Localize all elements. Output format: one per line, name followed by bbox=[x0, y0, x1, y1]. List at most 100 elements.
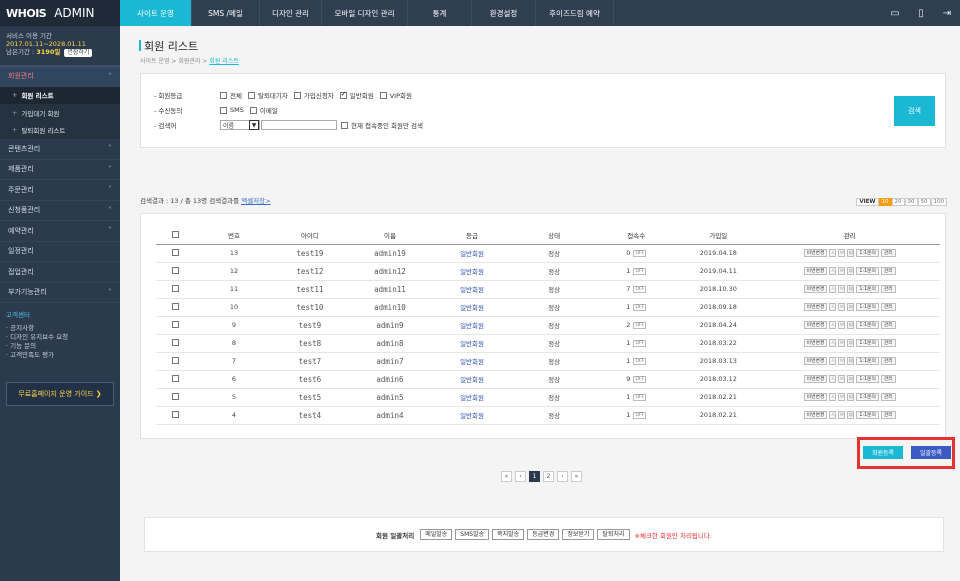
change-password-button[interactable]: 비번변경 bbox=[803, 357, 828, 365]
off-badge[interactable]: OFF bbox=[633, 412, 647, 419]
change-password-button[interactable]: 비번변경 bbox=[803, 339, 828, 347]
person-icon[interactable]: ♙ bbox=[829, 393, 837, 401]
mail-icon[interactable]: ✉ bbox=[838, 321, 846, 329]
tab-item[interactable]: SMS /메일 bbox=[192, 0, 260, 26]
cell-grade[interactable]: 일반회원 bbox=[431, 334, 514, 353]
view-option[interactable]: 100 bbox=[930, 198, 947, 206]
sidebar-item-menu[interactable]: 신청폼관리 ˅ bbox=[0, 201, 120, 221]
manage-button[interactable]: 관리 bbox=[880, 249, 896, 257]
checkbox[interactable] bbox=[379, 91, 387, 99]
mail-icon[interactable]: ✉ bbox=[838, 249, 846, 257]
memo-icon[interactable]: ▤ bbox=[847, 267, 855, 275]
search-button[interactable]: 검색 bbox=[894, 96, 935, 126]
checkbox[interactable] bbox=[220, 106, 227, 114]
person-icon[interactable]: ♙ bbox=[829, 303, 837, 311]
off-badge[interactable]: OFF bbox=[633, 376, 647, 383]
sidebar-subitem[interactable]: + 탈퇴회원 리스트 bbox=[0, 121, 120, 139]
view-option[interactable]: 50 bbox=[917, 198, 931, 206]
grade-option[interactable]: 전체 bbox=[220, 90, 242, 100]
change-password-button[interactable]: 비번변경 bbox=[803, 267, 828, 275]
tab-item[interactable]: 후이즈드림 예약 bbox=[536, 0, 614, 26]
manage-button[interactable]: 관리 bbox=[880, 339, 896, 347]
change-password-button[interactable]: 비번변경 bbox=[803, 249, 828, 257]
cell-grade[interactable]: 일반회원 bbox=[431, 406, 514, 425]
row-checkbox[interactable] bbox=[171, 249, 179, 256]
cell-grade[interactable]: 일반회원 bbox=[431, 370, 514, 389]
bulk-action-button[interactable]: 메일발송 bbox=[420, 529, 453, 540]
page-button[interactable]: 1 bbox=[529, 471, 540, 482]
memo-icon[interactable]: ▤ bbox=[847, 393, 855, 401]
logout-icon[interactable]: ⇥ bbox=[934, 0, 960, 26]
manage-button[interactable]: 관리 bbox=[880, 285, 896, 293]
inquiry-button[interactable]: 1:1문의 bbox=[856, 393, 879, 401]
inquiry-button[interactable]: 1:1문의 bbox=[856, 339, 879, 347]
manage-button[interactable]: 관리 bbox=[880, 375, 896, 383]
manage-button[interactable]: 관리 bbox=[880, 393, 896, 401]
select-all-checkbox[interactable] bbox=[171, 230, 179, 238]
tab-item[interactable]: 사이트 운영 bbox=[120, 0, 192, 26]
sidebar-item-menu[interactable]: 주문관리 ˅ bbox=[0, 180, 120, 201]
change-password-button[interactable]: 비번변경 bbox=[803, 321, 828, 329]
view-option[interactable]: 30 bbox=[904, 198, 918, 206]
bulk-action-button[interactable]: SMS발송 bbox=[455, 529, 490, 540]
checkbox[interactable] bbox=[249, 106, 257, 114]
crumb-current[interactable]: 회원 리스트 bbox=[209, 58, 239, 65]
person-icon[interactable]: ♙ bbox=[829, 411, 837, 419]
row-checkbox[interactable] bbox=[171, 393, 179, 400]
sidebar-item-menu[interactable]: 부가기능관리 ˅ bbox=[0, 283, 120, 303]
keyword-type-select[interactable]: 이름 ▼ bbox=[220, 120, 260, 130]
memo-icon[interactable]: ▤ bbox=[847, 339, 855, 347]
tab-item[interactable]: 디자인 관리 bbox=[260, 0, 322, 26]
extend-button[interactable]: 연장하기 bbox=[64, 49, 93, 57]
person-icon[interactable]: ♙ bbox=[829, 321, 837, 329]
checkbox[interactable] bbox=[293, 91, 301, 99]
cell-grade[interactable]: 일반회원 bbox=[431, 388, 514, 407]
mail-icon[interactable]: ✉ bbox=[838, 411, 846, 419]
mail-icon[interactable]: ✉ bbox=[838, 339, 846, 347]
cell-grade[interactable]: 일반회원 bbox=[431, 262, 514, 281]
inquiry-button[interactable]: 1:1문의 bbox=[856, 321, 879, 329]
manage-button[interactable]: 관리 bbox=[880, 321, 896, 329]
bulk-action-button[interactable]: 정보받기 bbox=[562, 529, 595, 540]
cell-grade[interactable]: 일반회원 bbox=[431, 316, 514, 335]
sidebar-item-menu[interactable]: 예약관리 ˅ bbox=[0, 221, 120, 242]
off-badge[interactable]: OFF bbox=[633, 268, 647, 275]
off-badge[interactable]: OFF bbox=[633, 394, 647, 401]
bulk-action-button[interactable]: 탈퇴처리 bbox=[597, 529, 630, 540]
change-password-button[interactable]: 비번변경 bbox=[803, 375, 828, 383]
manage-button[interactable]: 관리 bbox=[880, 411, 896, 419]
person-icon[interactable]: ♙ bbox=[829, 357, 837, 365]
crumb-item[interactable]: 사이트 운영 bbox=[140, 58, 170, 65]
cs-item[interactable]: · 기능 문의 bbox=[6, 342, 114, 351]
mobile-view-icon[interactable]: ▯ bbox=[908, 0, 934, 26]
off-badge[interactable]: OFF bbox=[633, 340, 647, 347]
sidebar-subitem[interactable]: + 회원 리스트 bbox=[0, 86, 120, 104]
memo-icon[interactable]: ▤ bbox=[847, 285, 855, 293]
online-only[interactable]: 현재 접속중인 회원만 검색 bbox=[341, 120, 423, 130]
manage-button[interactable]: 관리 bbox=[880, 267, 896, 275]
register-button[interactable]: 회원등록 bbox=[863, 446, 903, 459]
person-icon[interactable]: ♙ bbox=[829, 285, 837, 293]
keyword-input[interactable] bbox=[261, 120, 337, 130]
memo-icon[interactable]: ▤ bbox=[847, 249, 855, 257]
off-badge[interactable]: OFF bbox=[633, 322, 647, 329]
logo[interactable]: WHOIS ADMIN bbox=[0, 0, 120, 26]
cs-item[interactable]: · 디자인 유지보수 요청 bbox=[6, 333, 114, 342]
sidebar-item-menu[interactable]: 접업관리 bbox=[0, 262, 120, 283]
grade-option[interactable]: 가입신청자 bbox=[293, 90, 334, 100]
manage-button[interactable]: 관리 bbox=[880, 357, 896, 365]
cell-grade[interactable]: 일반회원 bbox=[431, 298, 514, 317]
checkbox[interactable] bbox=[247, 91, 255, 99]
bulk-action-button[interactable]: 등급변경 bbox=[527, 529, 560, 540]
mail-icon[interactable]: ✉ bbox=[838, 267, 846, 275]
person-icon[interactable]: ♙ bbox=[829, 267, 837, 275]
grade-option[interactable]: 탈퇴대기자 bbox=[247, 90, 288, 100]
change-password-button[interactable]: 비번변경 bbox=[803, 411, 828, 419]
cell-grade[interactable]: 일반회원 bbox=[431, 352, 514, 371]
cell-grade[interactable]: 일반회원 bbox=[431, 244, 514, 263]
mail-icon[interactable]: ✉ bbox=[838, 303, 846, 311]
mail-icon[interactable]: ✉ bbox=[838, 285, 846, 293]
page-button[interactable]: « bbox=[501, 471, 512, 482]
sidebar-item-menu[interactable]: 일정관리 bbox=[0, 242, 120, 262]
page-button[interactable]: 2 bbox=[543, 471, 554, 482]
